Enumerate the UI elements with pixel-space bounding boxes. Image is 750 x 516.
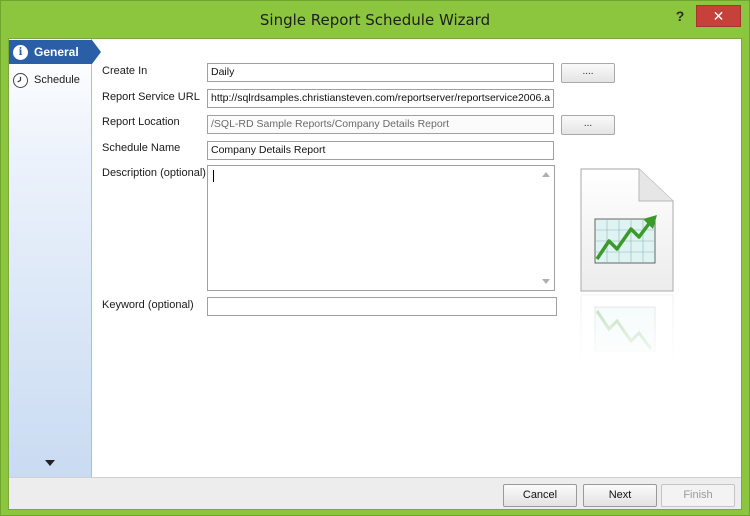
help-button[interactable]: ? [668,7,692,27]
scroll-down-arrow-icon[interactable] [45,460,55,466]
scroll-up-icon[interactable] [542,172,550,177]
report-chart-icon [579,168,675,367]
sidebar: i General Schedule [9,39,101,477]
info-icon: i [13,44,28,60]
sidebar-item-label: General [34,45,79,59]
clock-icon [13,72,28,88]
schedule-name-field[interactable]: Company Details Report [207,141,554,160]
create-in-browse-button[interactable]: .... [561,63,615,83]
sidebar-item-label: Schedule [34,74,80,86]
window-title: Single Report Schedule Wizard [259,11,491,29]
cancel-button[interactable]: Cancel [503,484,577,507]
report-service-url-field[interactable]: http://sqlrdsamples.christiansteven.com/… [207,89,554,108]
description-textarea[interactable] [207,165,555,291]
sidebar-item-general[interactable]: i General [9,40,101,64]
report-service-url-label: Report Service URL [102,91,200,103]
create-in-field[interactable]: Daily [207,63,554,82]
schedule-name-label: Schedule Name [102,142,181,154]
keyword-label: Keyword (optional) [102,299,194,311]
text-caret [213,170,214,182]
scroll-down-icon[interactable] [542,279,550,284]
create-in-label: Create In [102,65,148,77]
next-button[interactable]: Next [583,484,657,507]
title-bar[interactable]: Single Report Schedule Wizard ? ✕ [1,1,749,38]
description-label: Description (optional) [102,167,206,179]
report-location-label: Report Location [102,116,180,128]
wizard-footer: Cancel Next Finish [9,477,741,509]
report-location-field[interactable]: /SQL-RD Sample Reports/Company Details R… [207,115,554,134]
keyword-field[interactable] [207,297,557,316]
wizard-window: Single Report Schedule Wizard ? ✕ i Gene… [0,0,750,516]
close-button[interactable]: ✕ [696,5,741,27]
finish-button[interactable]: Finish [661,484,735,507]
report-location-browse-button[interactable]: ... [561,115,615,135]
sidebar-item-schedule[interactable]: Schedule [9,68,92,92]
wizard-body: i General Schedule Create In Daily .... … [8,38,742,510]
